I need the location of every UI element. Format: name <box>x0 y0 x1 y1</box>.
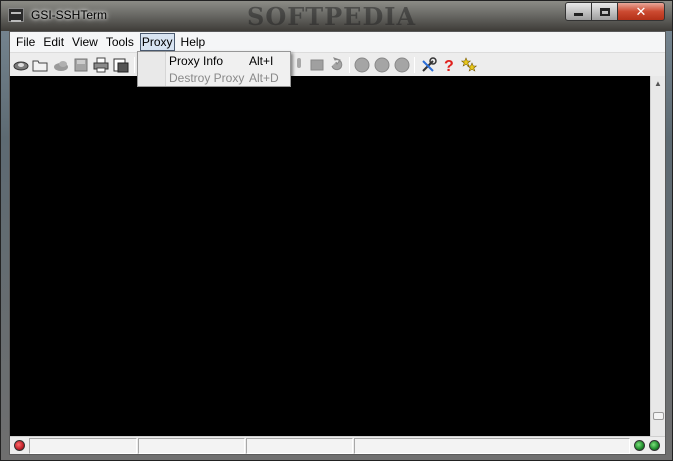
connect-icon <box>13 61 29 70</box>
menu-file[interactable]: File <box>12 33 39 51</box>
close-button[interactable]: ✕ <box>617 2 665 21</box>
scroll-thumb[interactable] <box>653 412 664 420</box>
open-button[interactable] <box>31 56 49 73</box>
maximize-icon <box>599 7 610 16</box>
menu-item-label: Destroy Proxy <box>169 71 245 85</box>
menu-item-shortcut: Alt+D <box>249 71 279 85</box>
tools-button[interactable] <box>420 56 438 73</box>
status-panel-4 <box>354 438 630 454</box>
vertical-scrollbar[interactable]: ▲ <box>650 76 665 436</box>
terminal-icon <box>310 59 324 70</box>
proxy-menu-dropdown: Proxy Info Alt+I Destroy Proxy Alt+D <box>137 51 291 87</box>
menu-view[interactable]: View <box>68 33 102 51</box>
toolbar: ? <box>10 52 665 76</box>
help-icon: ? <box>444 58 454 73</box>
menu-help[interactable]: Help <box>177 33 210 51</box>
maximize-button[interactable] <box>591 2 618 21</box>
scroll-down-arrow-icon[interactable] <box>651 421 665 435</box>
menu-tools[interactable]: Tools <box>102 33 138 51</box>
stop-icon <box>374 57 390 72</box>
refresh-button[interactable] <box>328 56 346 73</box>
app-icon[interactable] <box>8 8 24 22</box>
stop-button[interactable] <box>373 56 391 73</box>
status-panel-3 <box>246 438 353 454</box>
close-icon: ✕ <box>635 3 647 19</box>
toolbar-separator <box>134 57 135 73</box>
menu-edit[interactable]: Edit <box>39 33 68 51</box>
print-icon <box>93 57 109 72</box>
svg-text:?: ? <box>444 58 454 73</box>
scroll-up-arrow-icon[interactable]: ▲ <box>651 77 665 91</box>
menu-item-shortcut: Alt+I <box>249 54 274 68</box>
app-window: GSI-SSHTerm SOFTPEDIA ✕ File Edit View T… <box>0 0 673 461</box>
client-area: File Edit View Tools Proxy Help ? ▲ <box>9 31 666 455</box>
save-button[interactable] <box>72 56 90 73</box>
menu-icon-gutter <box>138 52 166 86</box>
status-panel-1 <box>29 438 137 454</box>
terminal-screen[interactable] <box>10 76 650 436</box>
minimize-icon <box>574 13 583 16</box>
status-bar <box>10 436 665 454</box>
refresh-icon <box>331 56 343 70</box>
open-folder-icon <box>32 60 48 71</box>
connection-status-red-icon <box>14 440 25 451</box>
menu-item-destroy-proxy[interactable]: Destroy Proxy Alt+D <box>169 70 290 86</box>
keys-button[interactable] <box>460 56 478 73</box>
toolbar-separator <box>414 57 415 73</box>
play-button[interactable] <box>393 56 411 73</box>
minimize-button[interactable] <box>565 2 592 21</box>
menu-item-label: Proxy Info <box>169 54 224 68</box>
activity-status-green-icon <box>634 440 645 451</box>
activity-status-green-icon <box>649 440 660 451</box>
print-preview-button[interactable] <box>112 56 130 73</box>
menu-bar: File Edit View Tools Proxy Help <box>10 32 665 52</box>
connect-button[interactable] <box>12 56 30 73</box>
tools-icon <box>422 56 437 72</box>
record-button[interactable] <box>353 56 371 73</box>
print-preview-icon <box>113 58 129 72</box>
print-button[interactable] <box>92 56 110 73</box>
record-icon <box>354 57 370 72</box>
toolbar-separator <box>349 57 350 73</box>
menu-item-proxy-info[interactable]: Proxy Info Alt+I <box>169 53 290 69</box>
menu-proxy[interactable]: Proxy <box>139 33 175 51</box>
mic-icon <box>297 57 301 68</box>
help-button[interactable]: ? <box>440 56 458 73</box>
title-bar[interactable]: GSI-SSHTerm SOFTPEDIA ✕ <box>1 1 672 31</box>
watermark: SOFTPEDIA <box>247 2 417 31</box>
disconnect-button[interactable] <box>52 56 70 73</box>
play-icon <box>394 57 410 72</box>
mic-button[interactable] <box>290 56 308 73</box>
save-icon <box>74 58 88 71</box>
status-panel-2 <box>138 438 245 454</box>
keys-icon <box>461 56 477 72</box>
window-title: GSI-SSHTerm <box>31 8 108 22</box>
terminal-button[interactable] <box>308 56 326 73</box>
disconnect-icon <box>54 60 68 71</box>
